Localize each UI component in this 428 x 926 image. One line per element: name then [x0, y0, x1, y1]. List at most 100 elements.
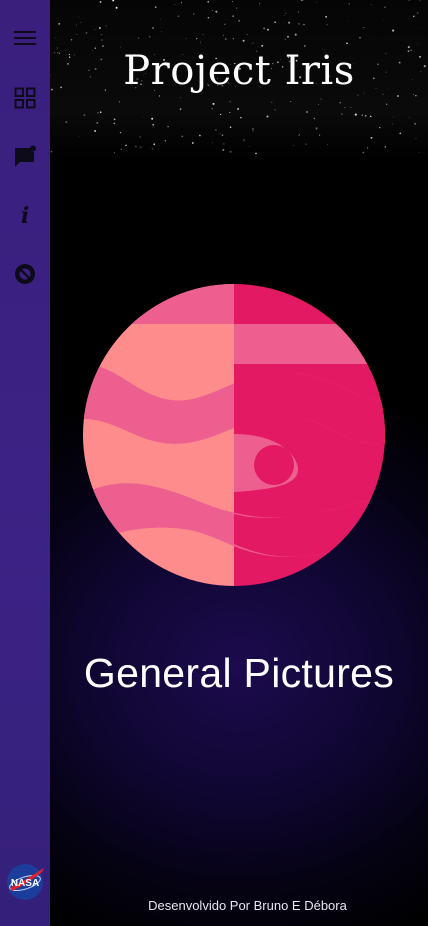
star — [340, 113, 343, 115]
info-icon: i — [20, 203, 30, 229]
star — [350, 106, 352, 108]
star — [211, 107, 214, 110]
menu-button[interactable] — [0, 18, 50, 58]
star — [152, 123, 155, 126]
star — [215, 129, 217, 131]
star — [393, 116, 395, 118]
star — [363, 27, 365, 29]
star — [96, 121, 99, 124]
star — [303, 23, 305, 26]
page-title: Project Iris — [123, 48, 355, 94]
star — [263, 27, 266, 30]
info-button[interactable]: i — [0, 196, 50, 236]
star — [199, 41, 202, 43]
nasa-logo-icon: NASA — [7, 864, 44, 900]
nasa-logo[interactable]: NASA — [0, 862, 50, 902]
star — [78, 16, 80, 18]
star — [85, 31, 88, 34]
grid-icon — [14, 87, 36, 109]
star — [94, 28, 96, 30]
star — [386, 103, 388, 105]
star — [292, 145, 294, 146]
star — [158, 95, 161, 97]
star — [415, 95, 417, 97]
star — [212, 10, 213, 11]
star — [297, 0, 298, 2]
star — [320, 98, 322, 100]
star — [384, 6, 386, 9]
star — [139, 136, 141, 138]
star — [366, 147, 369, 149]
star — [113, 5, 115, 7]
star — [100, 34, 103, 36]
star — [223, 35, 224, 37]
star — [212, 102, 215, 105]
star — [298, 135, 299, 136]
star — [80, 21, 82, 23]
star — [252, 42, 254, 44]
star — [290, 101, 292, 102]
star — [224, 23, 226, 25]
star — [76, 24, 78, 26]
star — [318, 104, 319, 105]
star — [99, 1, 102, 3]
star — [417, 43, 418, 45]
main-content: Project Iris General Pictures Desenvolvi… — [50, 0, 428, 926]
star — [325, 15, 328, 18]
star — [414, 122, 417, 125]
star — [379, 126, 381, 129]
star — [305, 143, 307, 145]
star — [58, 23, 61, 25]
header-banner: Project Iris — [50, 0, 428, 160]
star — [413, 15, 415, 17]
star — [418, 27, 419, 28]
star — [249, 145, 250, 147]
star — [361, 114, 364, 116]
star — [112, 0, 115, 2]
section-title: General Pictures — [83, 650, 395, 696]
star — [236, 7, 238, 9]
star — [181, 2, 183, 4]
planet-illustration — [83, 284, 385, 586]
star — [382, 19, 384, 21]
grid-button[interactable] — [0, 78, 50, 118]
star — [179, 108, 182, 110]
star — [346, 42, 348, 45]
star — [83, 114, 86, 116]
star — [396, 95, 399, 97]
star — [102, 45, 104, 47]
star — [274, 21, 276, 24]
star — [150, 147, 152, 149]
star — [174, 3, 176, 5]
star — [267, 28, 269, 31]
star — [283, 21, 285, 23]
star — [348, 3, 350, 5]
blocked-button[interactable] — [0, 254, 50, 294]
star — [369, 115, 372, 118]
star — [315, 127, 318, 130]
star — [94, 130, 97, 132]
star — [196, 38, 198, 40]
star — [243, 139, 246, 142]
star — [354, 113, 357, 116]
star — [229, 150, 232, 153]
feedback-icon — [15, 145, 36, 167]
star — [167, 125, 169, 128]
star — [115, 6, 118, 9]
star — [113, 122, 116, 125]
star — [140, 146, 142, 148]
star — [148, 35, 151, 38]
star — [231, 0, 233, 2]
star — [237, 107, 240, 110]
star — [339, 102, 341, 104]
star — [224, 38, 227, 40]
feedback-button[interactable] — [0, 137, 50, 177]
star — [313, 117, 316, 120]
star — [319, 134, 321, 136]
star — [229, 100, 231, 103]
star — [285, 12, 287, 15]
star — [370, 136, 373, 139]
star — [207, 17, 210, 19]
star — [418, 151, 420, 154]
star — [160, 154, 162, 156]
